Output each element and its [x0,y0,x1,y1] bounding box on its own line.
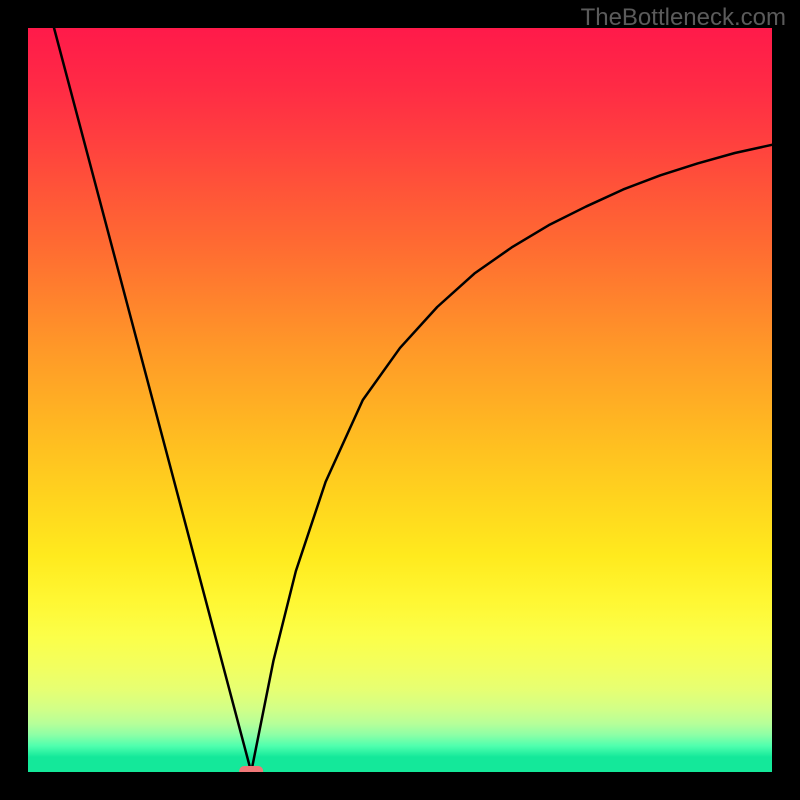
bottleneck-chart: TheBottleneck.com [0,0,800,800]
chart-svg [0,0,800,800]
watermark-text: TheBottleneck.com [581,4,786,32]
